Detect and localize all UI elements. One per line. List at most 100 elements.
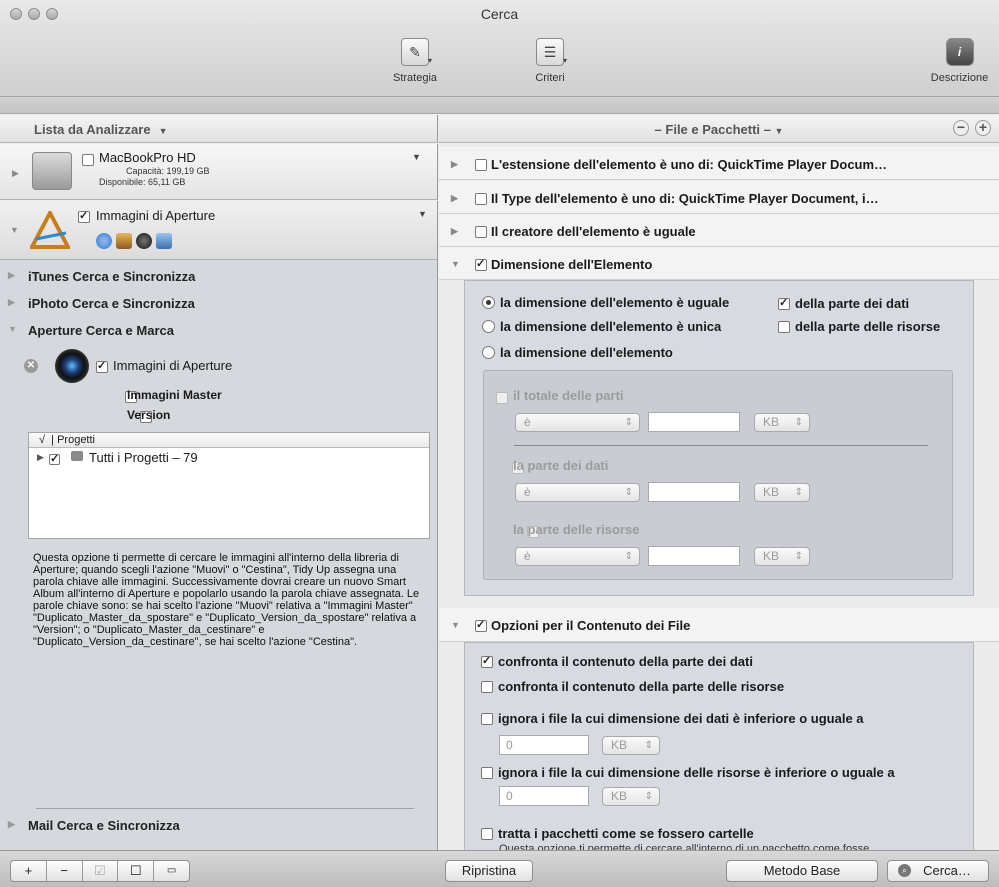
- resource-part-option[interactable]: della parte delle risorse: [778, 319, 940, 334]
- remove-criteria-button[interactable]: −: [953, 120, 969, 136]
- total-parts-checkbox[interactable]: [496, 392, 508, 404]
- section-itunes[interactable]: ▶ iTunes Cerca e Sincronizza: [8, 269, 195, 284]
- criterion-type-label: Il Type dell'elemento è uno di: QuickTim…: [491, 191, 879, 206]
- list-icon: ☰: [536, 38, 564, 66]
- disclosure-right-icon[interactable]: ▶: [12, 168, 19, 179]
- ignore-resource-unit-select[interactable]: KB ⇕: [602, 787, 660, 806]
- criterion-size-checkbox[interactable]: [475, 259, 487, 271]
- remove-icon[interactable]: ✕: [24, 359, 38, 373]
- aperture-description: Questa opzione ti permette di cercare le…: [33, 552, 420, 648]
- remove-button[interactable]: −: [47, 861, 83, 881]
- total-parts-label: il totale delle parti: [513, 388, 624, 403]
- criteria-header[interactable]: – File e Pacchetti – ▼ − +: [439, 115, 999, 143]
- disclosure-right-icon: ▶: [8, 297, 15, 307]
- resource-unit-select[interactable]: KB ⇕: [754, 547, 810, 566]
- criterion-extension[interactable]: ▶ L'estensione dell'elemento è uno di: Qu…: [439, 147, 999, 180]
- packages-as-folders-option[interactable]: tratta i pacchetti come se fossero carte…: [481, 826, 754, 841]
- total-size-field[interactable]: [648, 412, 740, 432]
- disclosure-down-icon[interactable]: ▼: [10, 225, 19, 235]
- project-checkbox[interactable]: [49, 454, 60, 465]
- info-icon: i: [945, 38, 974, 66]
- resource-part-checkbox[interactable]: [778, 321, 790, 333]
- resource-part-label: della parte delle risorse: [795, 319, 941, 334]
- ignore-data-option[interactable]: ignora i file la cui dimensione dei dati…: [481, 711, 864, 726]
- data-part-checkbox[interactable]: [778, 298, 790, 310]
- device-aperture[interactable]: ▼ Immagini di Aperture ▼: [0, 201, 438, 260]
- resource-operator-value: è: [524, 549, 531, 563]
- criterion-content-checkbox[interactable]: [475, 620, 487, 632]
- criterion-size[interactable]: ▼ Dimensione dell'Elemento: [439, 247, 999, 280]
- compare-resource-checkbox[interactable]: [481, 681, 493, 693]
- ignore-resource-option[interactable]: ignora i file la cui dimensione delle ri…: [481, 765, 895, 780]
- total-operator-select[interactable]: è ⇕: [515, 413, 640, 432]
- size-equal-radio[interactable]: [482, 296, 495, 309]
- table-row[interactable]: ▶ Tutti i Progetti – 79: [29, 448, 429, 468]
- size-unique-label: la dimensione dell'elemento è unica: [500, 319, 722, 334]
- chevron-down-icon: ▼: [158, 126, 168, 136]
- disclosure-down-icon: ▼: [451, 259, 460, 269]
- criterion-extension-checkbox[interactable]: [475, 159, 487, 171]
- device-checkbox[interactable]: [82, 154, 94, 166]
- projects-column-header[interactable]: Progetti: [57, 434, 95, 446]
- criteria-button[interactable]: ☰ ▾ Criteri: [505, 38, 595, 84]
- device-macbookpro[interactable]: ▶ MacBookPro HD Capacità: 199,19 GB Disp…: [0, 144, 438, 200]
- folder-action-icon[interactable]: ▭: [154, 861, 189, 881]
- resource-operator-select[interactable]: è ⇕: [515, 547, 640, 566]
- size-plain-option[interactable]: la dimensione dell'elemento: [482, 345, 673, 360]
- data-size-field[interactable]: [648, 482, 740, 502]
- criterion-content[interactable]: ▼ Opzioni per il Contenuto dei File: [439, 608, 999, 642]
- criterion-type[interactable]: ▶ Il Type dell'elemento è uno di: QuickTi…: [439, 181, 999, 214]
- data-unit-select[interactable]: KB ⇕: [754, 483, 810, 502]
- add-button[interactable]: +: [11, 861, 47, 881]
- criterion-creator-checkbox[interactable]: [475, 226, 487, 238]
- criterion-creator[interactable]: ▶ Il creatore dell'elemento è uguale: [439, 214, 999, 247]
- compare-resource-label: confronta il contenuto della parte delle…: [498, 679, 785, 694]
- compare-data-checkbox[interactable]: [481, 656, 493, 668]
- data-operator-value: è: [524, 485, 531, 499]
- reset-button[interactable]: Ripristina: [445, 860, 533, 882]
- ignore-data-size-field[interactable]: 0: [499, 735, 589, 755]
- section-aperture-label: Aperture Cerca e Marca: [28, 323, 174, 338]
- master-images-label: Immagini Master: [127, 388, 222, 402]
- check-all-icon[interactable]: ☑: [83, 861, 119, 881]
- ignore-data-unit-value: KB: [611, 738, 628, 752]
- packages-as-folders-checkbox[interactable]: [481, 828, 493, 840]
- mail-icon: [156, 233, 172, 249]
- projects-table-header: √ | Progetti: [29, 433, 429, 448]
- aperture-checkbox[interactable]: [78, 211, 90, 223]
- stepper-icon: ⇕: [644, 740, 653, 751]
- resource-size-field[interactable]: [648, 546, 740, 566]
- size-equal-option[interactable]: la dimensione dell'elemento è uguale: [482, 295, 729, 310]
- hard-drive-icon: [32, 152, 72, 190]
- section-aperture[interactable]: ▼ Aperture Cerca e Marca: [8, 323, 174, 338]
- compare-data-option[interactable]: confronta il contenuto della parte dei d…: [481, 654, 753, 669]
- ignore-data-unit-select[interactable]: KB ⇕: [602, 736, 660, 755]
- description-button[interactable]: i Descrizione: [920, 38, 999, 84]
- compare-resource-option[interactable]: confronta il contenuto della parte delle…: [481, 679, 784, 694]
- size-unique-option[interactable]: la dimensione dell'elemento è unica: [482, 319, 721, 334]
- ignore-resource-size-field[interactable]: 0: [499, 786, 589, 806]
- criterion-type-checkbox[interactable]: [475, 193, 487, 205]
- scan-list-header[interactable]: Lista da Analizzare ▼: [0, 115, 438, 143]
- size-unique-radio[interactable]: [482, 320, 495, 333]
- strategy-button[interactable]: ✎ ▾ Strategia: [370, 38, 460, 84]
- ignore-data-checkbox[interactable]: [481, 713, 493, 725]
- aperture-images-checkbox[interactable]: [96, 361, 108, 373]
- search-button[interactable]: ⌕ Cerca…: [887, 860, 989, 882]
- resource-unit-value: KB: [763, 549, 780, 563]
- size-plain-radio[interactable]: [482, 346, 495, 359]
- data-operator-select[interactable]: è ⇕: [515, 483, 640, 502]
- criterion-extension-label: L'estensione dell'elemento è uno di: Qui…: [491, 157, 888, 172]
- uncheck-all-icon[interactable]: ☐: [118, 861, 155, 881]
- device-menu-icon[interactable]: ▼: [412, 152, 421, 162]
- disclosure-right-icon[interactable]: ▶: [37, 452, 44, 463]
- add-criteria-button[interactable]: +: [975, 120, 991, 136]
- base-method-button[interactable]: Metodo Base: [726, 860, 878, 882]
- section-mail[interactable]: ▶ Mail Cerca e Sincronizza: [8, 818, 180, 833]
- data-part-option[interactable]: della parte dei dati: [778, 296, 909, 311]
- check-column-header[interactable]: √: [39, 434, 45, 446]
- total-unit-select[interactable]: KB ⇕: [754, 413, 810, 432]
- device-menu-icon-2[interactable]: ▼: [418, 209, 427, 219]
- section-iphoto[interactable]: ▶ iPhoto Cerca e Sincronizza: [8, 296, 195, 311]
- ignore-resource-checkbox[interactable]: [481, 767, 493, 779]
